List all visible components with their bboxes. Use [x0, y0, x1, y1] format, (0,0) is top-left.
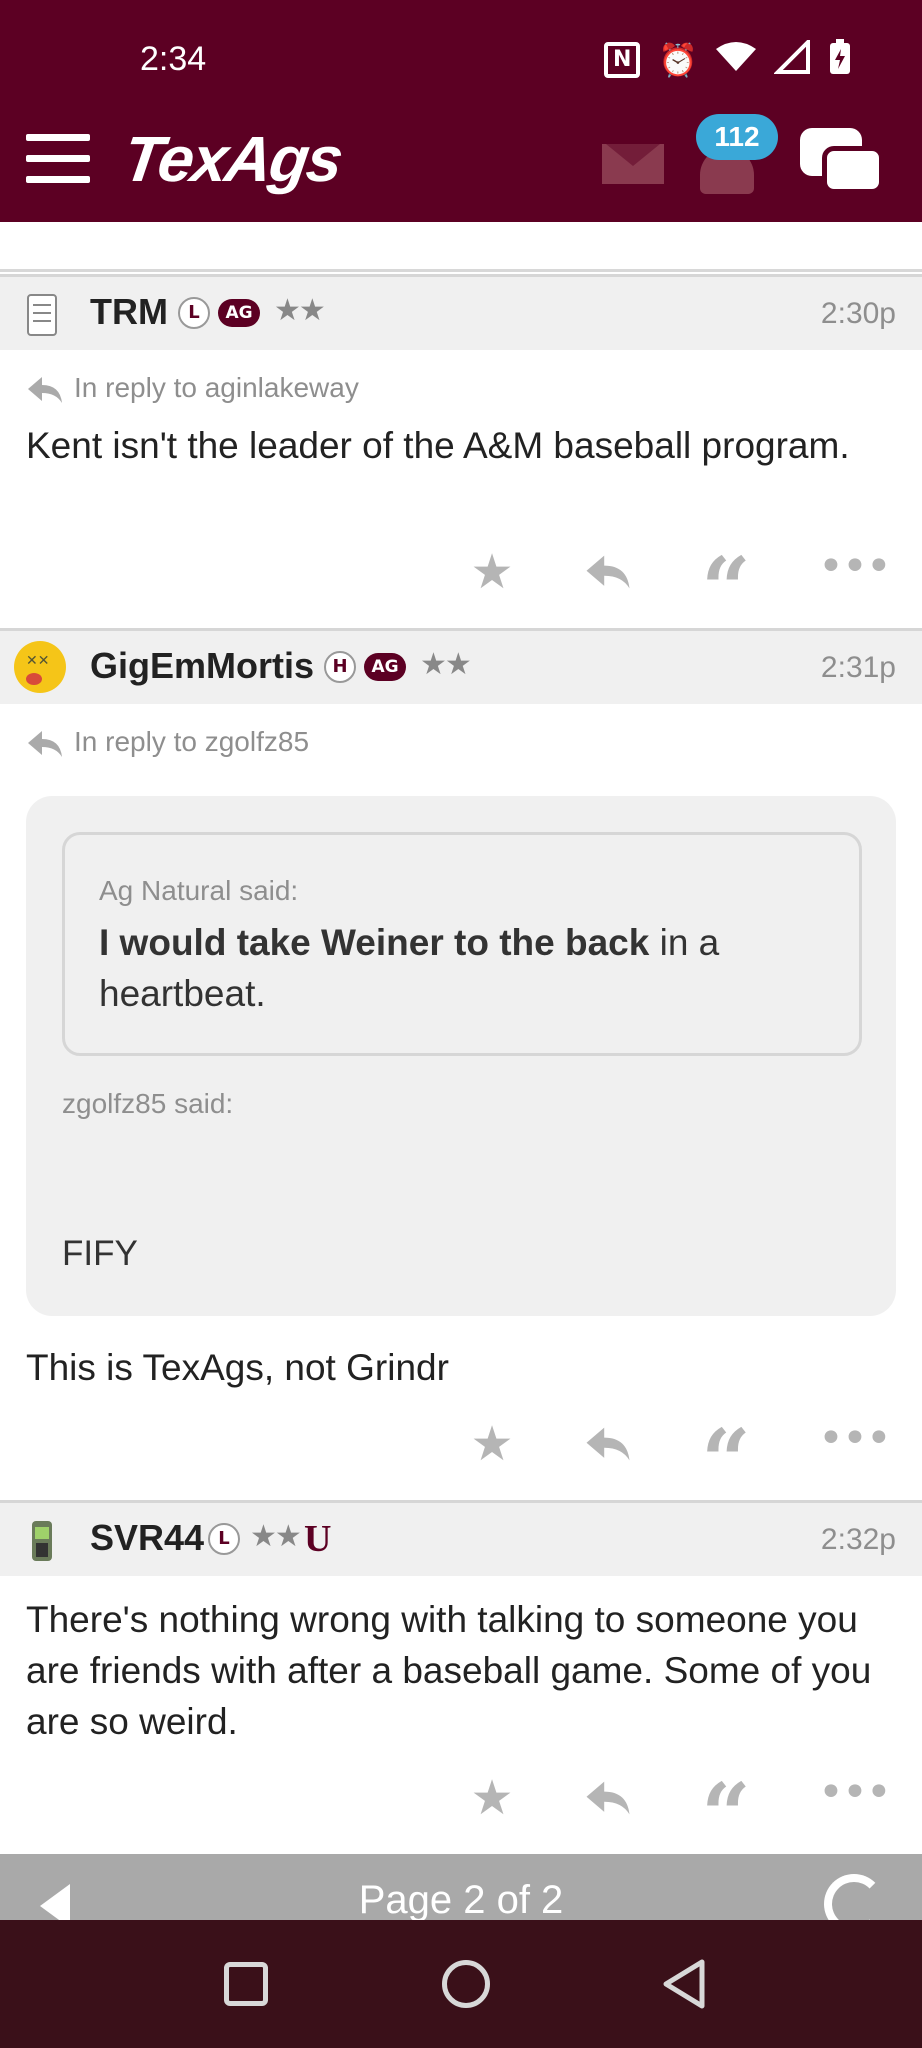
emoji-avatar[interactable]: ✕✕	[12, 639, 68, 695]
avatar[interactable]	[18, 291, 66, 339]
quote-icon[interactable]: “	[696, 1768, 756, 1855]
nested-quote-block: Ag Natural said: I would take Weiner to …	[62, 832, 862, 1056]
status-icons: N ⏰	[604, 37, 852, 81]
post-header: SVR44 L ★★ U 2:32p	[0, 1500, 922, 1576]
nested-quote-author: Ag Natural said:	[99, 875, 299, 906]
more-icon[interactable]: •••	[818, 1768, 892, 1828]
more-icon[interactable]: •••	[818, 1414, 892, 1474]
previous-post-actions	[0, 222, 922, 272]
username[interactable]: GigEmMortis	[90, 645, 314, 687]
reply-to-label: In reply to zgolfz85	[74, 726, 310, 757]
more-icon[interactable]: •••	[818, 542, 892, 602]
nested-quote-bold: I would take Weiner to the back	[99, 922, 650, 963]
badge-u: U	[304, 1518, 332, 1560]
post-header: TRM L AG ★★ 2:30p	[0, 274, 922, 350]
post-actions: ★ “ •••	[0, 1414, 922, 1510]
reply-reference[interactable]: In reply to aginlakeway	[26, 372, 359, 405]
quote-block: Ag Natural said: I would take Weiner to …	[26, 796, 896, 1316]
badge-l: L	[208, 1523, 240, 1555]
chat-icon[interactable]	[800, 128, 884, 194]
post-header: ✕✕ GigEmMortis H AG ★★ 2:31p	[0, 628, 922, 704]
nested-quote-text: I would take Weiner to the back in a hea…	[99, 917, 839, 1019]
wifi-icon	[716, 41, 756, 78]
username[interactable]: SVR44	[90, 1517, 204, 1559]
menu-icon[interactable]	[26, 134, 90, 184]
badge-l: L	[178, 297, 210, 329]
svg-text:✕✕: ✕✕	[26, 653, 49, 669]
reply-arrow-icon	[28, 730, 62, 757]
star-rating: ★★	[250, 1519, 302, 1554]
app-header: 2:34 N ⏰ TexAgs 112	[0, 0, 922, 222]
mail-icon[interactable]	[602, 144, 664, 184]
post-time: 2:31p	[820, 651, 896, 684]
recent-apps-icon[interactable]	[224, 1962, 268, 2006]
star-rating: ★★	[420, 647, 472, 682]
reply-icon[interactable]	[578, 1414, 638, 1474]
reply-to-label: In reply to aginlakeway	[74, 372, 359, 403]
post-time: 2:32p	[820, 1523, 896, 1556]
username[interactable]: TRM	[90, 291, 168, 333]
phone-avatar[interactable]	[18, 1517, 66, 1565]
alarm-icon: ⏰	[658, 40, 698, 79]
notification-count-badge[interactable]: 112	[696, 114, 778, 160]
page-indicator[interactable]: Page 2 of 2	[0, 1878, 922, 1920]
battery-icon	[828, 38, 852, 81]
post-body: Kent isn't the leader of the A&M basebal…	[26, 425, 850, 466]
badge-h: H	[324, 651, 356, 683]
post-body: This is TexAgs, not Grindr	[26, 1347, 449, 1388]
badge-ag: AG	[218, 299, 260, 327]
back-icon[interactable]	[660, 1958, 708, 2010]
quote-text: FIFY	[62, 1234, 138, 1273]
reply-icon[interactable]	[578, 542, 638, 602]
post-actions: ★ “ •••	[0, 542, 922, 638]
pager-bar: Page 2 of 2	[0, 1854, 922, 1920]
system-nav-bar	[0, 1920, 922, 2048]
texags-logo[interactable]: TexAgs	[119, 122, 346, 196]
quote-icon[interactable]: “	[696, 1414, 756, 1510]
status-time: 2:34	[140, 40, 207, 78]
reply-arrow-icon	[28, 376, 62, 403]
home-icon[interactable]	[442, 1960, 490, 2008]
star-icon[interactable]: ★	[462, 1768, 522, 1828]
quote-author: zgolfz85 said:	[62, 1088, 234, 1119]
reply-reference[interactable]: In reply to zgolfz85	[26, 726, 309, 759]
post-actions: ★ “ •••	[0, 1768, 922, 1855]
thread-content[interactable]: TRM L AG ★★ 2:30p In reply to aginlakewa…	[0, 222, 922, 1854]
post-time: 2:30p	[820, 297, 896, 330]
star-icon[interactable]: ★	[462, 542, 522, 602]
badge-ag: AG	[364, 653, 406, 681]
post-body: There's nothing wrong with talking to so…	[26, 1599, 872, 1742]
signal-icon	[773, 37, 810, 79]
reply-icon[interactable]	[578, 1768, 638, 1828]
star-icon[interactable]: ★	[462, 1414, 522, 1474]
star-rating: ★★	[274, 293, 326, 328]
quote-icon[interactable]: “	[696, 542, 756, 638]
nfc-icon: N	[604, 41, 641, 78]
